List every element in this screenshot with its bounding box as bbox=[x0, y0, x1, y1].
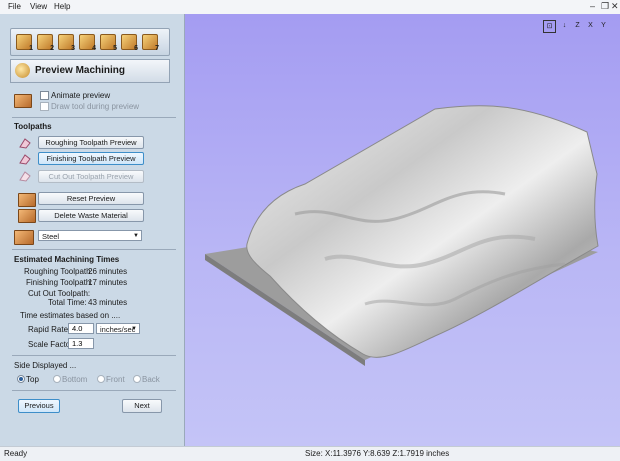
side-top-radio[interactable] bbox=[17, 375, 25, 383]
rapid-rate-input[interactable] bbox=[68, 323, 94, 334]
3d-viewport[interactable]: ⊡ ↓ Z X Y bbox=[185, 14, 620, 446]
delete-waste-icon bbox=[18, 209, 36, 223]
next-button[interactable]: Next bbox=[122, 399, 162, 413]
side-top-label: Top bbox=[26, 375, 39, 384]
menu-bar: File View Help – ❐ ✕ bbox=[0, 0, 620, 15]
animate-preview-checkbox[interactable] bbox=[40, 91, 49, 100]
status-bar: Ready Size: X:11.3976 Y:8.639 Z:1.7919 i… bbox=[0, 446, 620, 461]
animate-preview-label: Animate preview bbox=[51, 91, 111, 100]
finishing-time-value: 17 minutes bbox=[88, 278, 128, 287]
step-6-icon[interactable]: 6 bbox=[121, 34, 138, 52]
side-back-label: Back bbox=[142, 375, 160, 384]
side-bottom-label: Bottom bbox=[62, 375, 88, 384]
rapid-rate-unit-select[interactable]: inches/sec ▼ bbox=[96, 323, 140, 334]
side-front-label: Front bbox=[106, 375, 125, 384]
side-bottom-radio[interactable] bbox=[53, 375, 61, 383]
cutout-toolpath-icon bbox=[18, 170, 32, 182]
chevron-down-icon: ▼ bbox=[131, 326, 137, 332]
view-down-icon[interactable]: ↓ bbox=[559, 20, 570, 31]
previous-button[interactable]: Previous bbox=[18, 399, 60, 413]
roughing-preview-button[interactable]: Roughing Toolpath Preview bbox=[38, 136, 144, 149]
step-4-icon[interactable]: 4 bbox=[79, 34, 96, 52]
reset-preview-icon bbox=[18, 193, 36, 207]
scale-factor-label: Scale Factor bbox=[28, 340, 73, 349]
toolpaths-header: Toolpaths bbox=[14, 122, 52, 131]
roughing-time-value: 26 minutes bbox=[88, 267, 128, 276]
divider bbox=[12, 390, 176, 391]
divider bbox=[12, 355, 176, 356]
view-y-icon[interactable]: Y bbox=[598, 20, 609, 31]
toolbar: 1 2 3 4 5 6 7 bbox=[10, 28, 170, 56]
draw-tool-checkbox[interactable] bbox=[40, 102, 49, 111]
menu-help[interactable]: Help bbox=[54, 2, 70, 11]
status-text: Ready bbox=[4, 449, 28, 458]
cutout-preview-button[interactable]: Cut Out Toolpath Preview bbox=[38, 170, 144, 183]
step-2-icon[interactable]: 2 bbox=[37, 34, 54, 52]
step-1-icon[interactable]: 1 bbox=[16, 34, 33, 52]
finishing-toolpath-icon bbox=[18, 153, 32, 165]
animate-icon bbox=[14, 94, 32, 108]
total-time-label: Total Time: bbox=[48, 298, 87, 307]
roughing-time-label: Roughing Toolpath: bbox=[24, 267, 93, 276]
material-icon bbox=[14, 230, 34, 245]
panel-title-bar: Preview Machining bbox=[10, 59, 170, 83]
material-select[interactable]: Steel ▼ bbox=[38, 230, 142, 241]
divider bbox=[12, 117, 176, 118]
material-value: Steel bbox=[42, 232, 60, 241]
minimize-icon[interactable]: – bbox=[590, 1, 595, 11]
menu-view[interactable]: View bbox=[30, 2, 47, 11]
menu-file[interactable]: File bbox=[8, 2, 21, 11]
model-size-readout: Size: X:11.3976 Y:8.639 Z:1.7919 inches bbox=[305, 449, 450, 458]
panel-title: Preview Machining bbox=[35, 65, 126, 76]
times-header: Estimated Machining Times bbox=[14, 255, 120, 264]
close-icon[interactable]: ✕ bbox=[611, 1, 619, 12]
roughing-toolpath-icon bbox=[18, 137, 32, 149]
draw-tool-label: Draw tool during preview bbox=[51, 102, 140, 111]
view-x-icon[interactable]: X bbox=[585, 20, 596, 31]
divider bbox=[12, 249, 176, 250]
view-iso-icon[interactable]: ⊡ bbox=[543, 20, 556, 33]
chevron-down-icon: ▼ bbox=[133, 233, 139, 239]
reset-preview-button[interactable]: Reset Preview bbox=[38, 192, 144, 205]
scale-factor-input[interactable] bbox=[68, 338, 94, 349]
total-time-value: 43 minutes bbox=[88, 298, 128, 307]
view-z-icon[interactable]: Z bbox=[572, 20, 583, 31]
side-front-radio[interactable] bbox=[97, 375, 105, 383]
cutout-time-label: Cut Out Toolpath: bbox=[28, 289, 91, 298]
step-5-icon[interactable]: 5 bbox=[100, 34, 117, 52]
side-back-radio[interactable] bbox=[133, 375, 141, 383]
estimates-note: Time estimates based on .... bbox=[20, 311, 121, 320]
delete-waste-button[interactable]: Delete Waste Material bbox=[38, 209, 144, 222]
finishing-preview-button[interactable]: Finishing Toolpath Preview bbox=[38, 152, 144, 165]
step-3-icon[interactable]: 3 bbox=[58, 34, 75, 52]
finishing-time-label: Finishing Toolpath: bbox=[26, 278, 93, 287]
restore-icon[interactable]: ❐ bbox=[601, 1, 609, 12]
3d-model-render bbox=[205, 105, 599, 366]
rapid-rate-label: Rapid Rate bbox=[28, 325, 69, 334]
step-7-icon[interactable]: 7 bbox=[142, 34, 159, 52]
preview-machining-icon bbox=[15, 63, 30, 78]
side-displayed-label: Side Displayed ... bbox=[14, 361, 77, 370]
